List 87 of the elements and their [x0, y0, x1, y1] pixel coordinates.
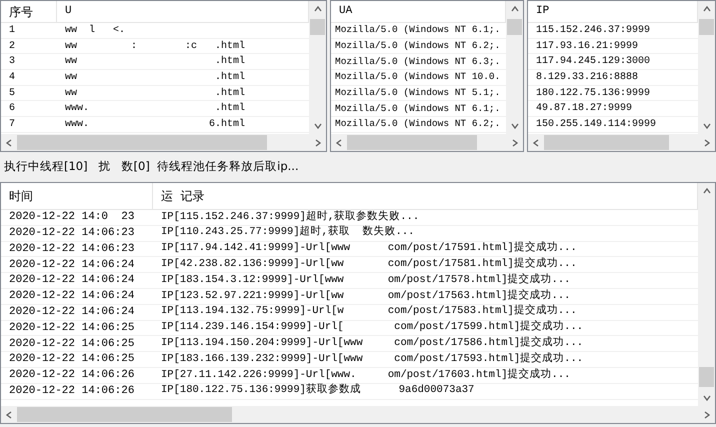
scrollbar-thumb[interactable]: [17, 135, 267, 150]
table-cell-text: Mozilla/5.0 (Windows NT 5.1;.: [334, 86, 502, 100]
horizontal-scrollbar[interactable]: [1, 406, 715, 423]
chevron-up-icon[interactable]: [314, 5, 322, 13]
table-cell-text: IP[183.154.3.12:9999]-Url[www om/post/17578.html]提交成功...: [160, 272, 572, 288]
table-cell-text: 2020-12-22 14:06:23: [8, 226, 136, 241]
table-cell-text: Mozilla/5.0 (Windows NT 6.2;.: [334, 117, 502, 132]
chevron-right-icon[interactable]: [703, 138, 711, 146]
chevron-left-icon[interactable]: [335, 138, 343, 146]
table-cell-text: ww .html: [64, 70, 246, 85]
table-cell-text: 6: [8, 102, 16, 116]
vertical-scrollbar[interactable]: [309, 1, 326, 134]
chevron-down-icon[interactable]: [314, 122, 322, 130]
table-cell-text: 150.255.149.114:9999: [535, 118, 658, 132]
table-cell-text: 180.122.75.136:9999: [535, 86, 652, 101]
status-text: 执行中线程[10] 扰 数[0] 待线程池任务释放后取ip...: [3, 158, 300, 176]
scrollbar-thumb[interactable]: [347, 135, 477, 150]
table-cell-text: 2020-12-22 14:06:25: [8, 352, 136, 368]
table-cell-text: IP[113.194.150.204:9999]-Url[www com/post/17586.html]提交成功...: [160, 336, 584, 351]
table-cell-text: Mozilla/5.0 (Windows NT 6.2;.: [334, 38, 502, 53]
table-cell-text: 2020-12-22 14:06:24: [8, 273, 136, 288]
table-cell-text: 5: [8, 86, 16, 101]
table-cell-text: IP[180.122.75.136:9999]获取参数成 9a6d00073a37: [160, 383, 476, 398]
chevron-left-icon[interactable]: [5, 138, 13, 146]
table-cell-text: 117.93.16.21:9999: [535, 40, 640, 54]
table-cell-text: 2020-12-22 14:06:25: [8, 336, 136, 352]
chevron-down-icon[interactable]: [702, 122, 710, 130]
table-cell-text: IP[183.166.139.232:9999]-Url[www com/post/17593.html]提交成功...: [160, 352, 584, 367]
table-cell-text: 2020-12-22 14:06:25: [8, 320, 136, 336]
chevron-right-icon[interactable]: [314, 138, 322, 146]
chevron-down-icon[interactable]: [510, 122, 518, 130]
table-cell-text: 2020-12-22 14:06:24: [8, 304, 136, 320]
table-cell-text: 2020-12-22 14:06:26: [8, 384, 136, 399]
table-cell-text: 3: [8, 55, 16, 70]
table-cell-text: 49.87.18.27:9999: [535, 102, 634, 116]
horizontal-scrollbar[interactable]: [331, 134, 523, 151]
scrollbar-thumb[interactable]: [310, 19, 325, 35]
column-header[interactable]: 时间: [1, 183, 153, 209]
table-cell-text: 117.94.245.129:3000: [535, 55, 652, 70]
scrollbar-thumb[interactable]: [699, 367, 714, 387]
vertical-scrollbar[interactable]: [698, 183, 715, 406]
table-cell-text: Mozilla/5.0 (Windows NT 10.0.: [334, 70, 502, 84]
column-header[interactable]: 序号: [1, 1, 57, 22]
horizontal-scrollbar[interactable]: [528, 134, 715, 151]
table-cell-text: 2020-12-22 14:06:24: [8, 258, 136, 273]
table-cell-text: IP[110.243.25.77:9999]超时,获取 数失败...: [160, 225, 416, 240]
chevron-down-icon[interactable]: [702, 394, 710, 402]
table-cell-text: IP[123.52.97.221:9999]-Url[ww om/post/17563.html]提交成功...: [160, 288, 572, 304]
table-cell-text: IP[114.239.146.154:9999]-Url[ com/post/17599.html]提交成功...: [160, 320, 584, 336]
table-cell-text: 4: [8, 70, 16, 85]
chevron-up-icon[interactable]: [702, 187, 710, 195]
table-cell-text: Mozilla/5.0 (Windows NT 6.3;.: [334, 54, 502, 69]
horizontal-scrollbar[interactable]: [1, 134, 326, 151]
table-cell-text: 2020-12-22 14:06:24: [8, 289, 136, 304]
table-cell-text: ww .html: [64, 54, 246, 70]
scrollbar-thumb[interactable]: [507, 19, 522, 35]
chevron-right-icon[interactable]: [511, 138, 519, 146]
chevron-left-icon[interactable]: [532, 138, 540, 146]
table-cell-text: 8.129.33.216:8888: [535, 70, 640, 85]
table-cell-text: ww : :c .html: [64, 40, 246, 54]
vertical-scrollbar[interactable]: [698, 1, 715, 134]
chevron-up-icon[interactable]: [702, 5, 710, 13]
chevron-right-icon[interactable]: [703, 410, 711, 418]
scrollbar-thumb[interactable]: [544, 135, 669, 150]
table-cell-text: www. .html: [64, 102, 246, 116]
scrollbar-thumb[interactable]: [699, 19, 714, 35]
table-cell-text: 2020-12-22 14:06:26: [8, 368, 136, 384]
table-cell-text: 115.152.246.37:9999: [535, 24, 652, 38]
table-cell-text: 2020-12-22 14:0 23: [8, 210, 136, 226]
table-cell-text: IP[115.152.246.37:9999]超时,获取参数失败...: [160, 210, 420, 225]
table-cell-text: Mozilla/5.0 (Windows NT 6.1;.: [334, 23, 502, 38]
table-cell-text: Mozilla/5.0 (Windows NT 6.1;.: [334, 102, 502, 116]
table-cell-text: 2: [8, 40, 16, 54]
table-cell-text: IP[27.11.142.226:9999]-Url[www. om/post/17603.html]提交成功...: [160, 368, 572, 382]
vertical-scrollbar[interactable]: [506, 1, 523, 134]
table-cell-text: 2020-12-22 14:06:23: [8, 242, 136, 257]
table-cell-text: IP[42.238.82.136:9999]-Url[ww com/post/17581.html]提交成功...: [160, 256, 578, 272]
scrollbar-thumb[interactable]: [17, 407, 232, 422]
chevron-left-icon[interactable]: [5, 410, 13, 418]
table-cell-text: ww l <.: [64, 24, 126, 38]
table-cell-text: ww .html: [64, 86, 246, 101]
table-cell-text: 7: [8, 118, 16, 132]
table-cell-text: IP[113.194.132.75:9999]-Url[w com/post/17583.html]提交成功...: [160, 304, 578, 320]
chevron-up-icon[interactable]: [510, 5, 518, 13]
table-cell-text: 1: [8, 24, 16, 38]
table-cell-text: IP[117.94.142.41:9999]-Url[www com/post/17591.html]提交成功...: [160, 241, 578, 256]
table-cell-text: www. 6.html: [64, 118, 246, 132]
